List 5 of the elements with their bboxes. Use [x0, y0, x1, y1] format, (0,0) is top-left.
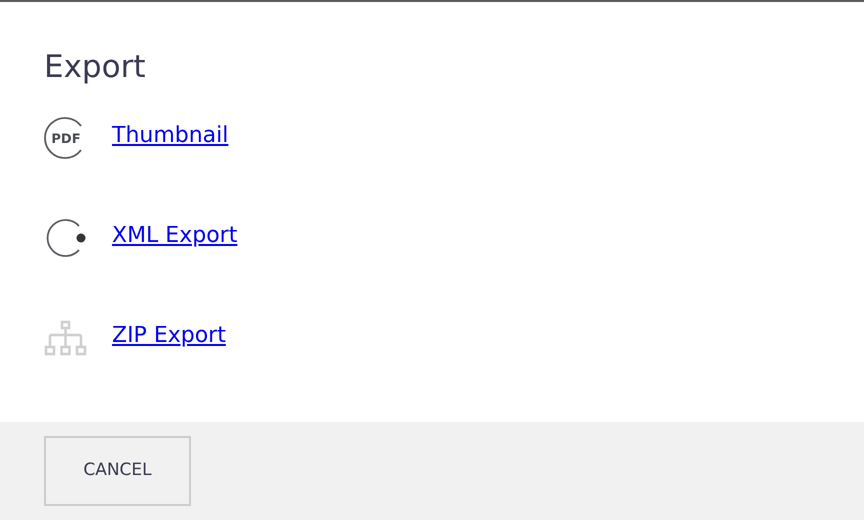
export-link[interactable]: XML Export — [112, 224, 238, 248]
dialog-title: Export — [44, 50, 146, 84]
export-link[interactable]: Thumbnail — [112, 124, 228, 148]
export-link[interactable]: ZIP Export — [112, 324, 226, 348]
cancel-button[interactable]: CANCEL — [44, 436, 191, 506]
